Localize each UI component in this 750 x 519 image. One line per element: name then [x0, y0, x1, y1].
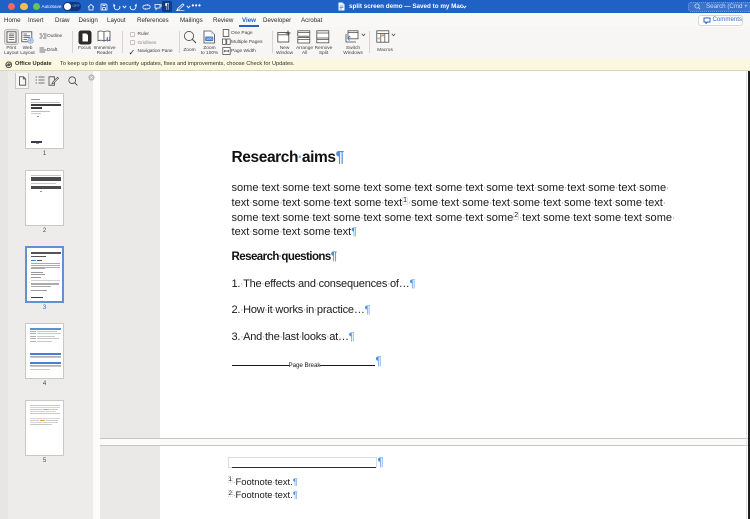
svg-text:100: 100 [206, 37, 212, 41]
